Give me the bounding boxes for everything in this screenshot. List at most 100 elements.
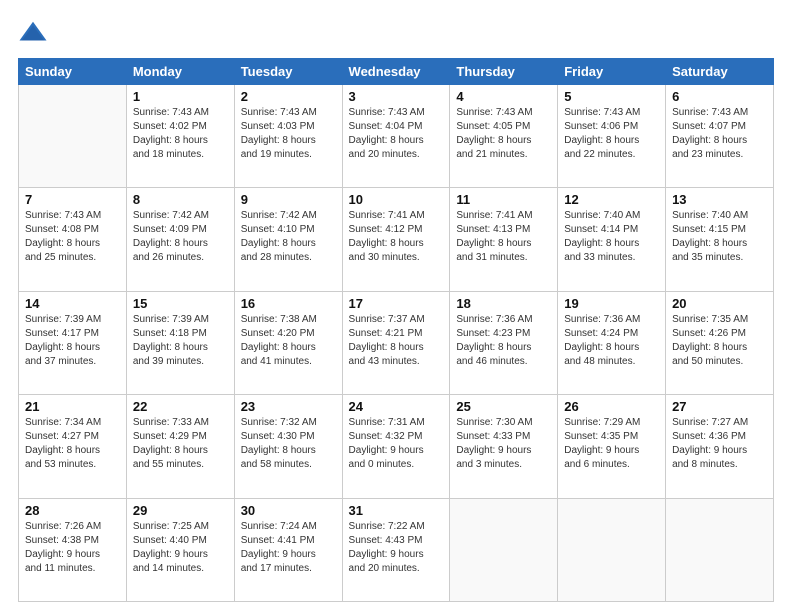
day-cell: 31 Sunrise: 7:22 AM Sunset: 4:43 PM Dayli… (342, 498, 450, 601)
col-header-monday: Monday (126, 59, 234, 85)
day-cell: 1Sunrise: 7:43 AM Sunset: 4:02 PM Daylig… (126, 85, 234, 188)
day-cell: 5 Sunrise: 7:43 AM Sunset: 4:06 PM Daylig… (558, 85, 666, 188)
week-row-2: 7 Sunrise: 7:43 AM Sunset: 4:08 PM Daylig… (19, 188, 774, 291)
week-row-1: 1Sunrise: 7:43 AM Sunset: 4:02 PM Daylig… (19, 85, 774, 188)
day-number: 8 (133, 192, 228, 207)
day-cell: 11 Sunrise: 7:41 AM Sunset: 4:13 PM Dayli… (450, 188, 558, 291)
day-number: 31 (349, 503, 444, 518)
day-number: 17 (349, 296, 444, 311)
day-cell: 27 Sunrise: 7:27 AM Sunset: 4:36 PM Dayli… (666, 395, 774, 498)
day-info: Sunrise: 7:36 AM Sunset: 4:23 PM Dayligh… (456, 313, 551, 369)
day-number: 24 (349, 399, 444, 414)
day-cell: 30Sunrise: 7:24 AM Sunset: 4:41 PM Dayli… (234, 498, 342, 601)
day-number: 7 (25, 192, 120, 207)
day-number: 23 (241, 399, 336, 414)
week-row-4: 21 Sunrise: 7:34 AM Sunset: 4:27 PM Dayli… (19, 395, 774, 498)
logo (18, 18, 52, 48)
col-header-thursday: Thursday (450, 59, 558, 85)
day-number: 2 (241, 89, 336, 104)
day-info: Sunrise: 7:38 AM Sunset: 4:20 PM Dayligh… (241, 313, 336, 369)
day-number: 6 (672, 89, 767, 104)
day-number: 9 (241, 192, 336, 207)
day-number: 27 (672, 399, 767, 414)
day-info: Sunrise: 7:42 AM Sunset: 4:09 PM Dayligh… (133, 209, 228, 265)
day-cell: 15 Sunrise: 7:39 AM Sunset: 4:18 PM Dayli… (126, 291, 234, 394)
day-info: Sunrise: 7:33 AM Sunset: 4:29 PM Dayligh… (133, 416, 228, 472)
col-header-friday: Friday (558, 59, 666, 85)
day-number: 19 (564, 296, 659, 311)
day-cell: 24Sunrise: 7:31 AM Sunset: 4:32 PM Dayli… (342, 395, 450, 498)
day-number: 30 (241, 503, 336, 518)
day-number: 4 (456, 89, 551, 104)
day-info: Sunrise: 7:42 AM Sunset: 4:10 PM Dayligh… (241, 209, 336, 265)
day-info: Sunrise: 7:40 AM Sunset: 4:14 PM Dayligh… (564, 209, 659, 265)
day-info: Sunrise: 7:39 AM Sunset: 4:18 PM Dayligh… (133, 313, 228, 369)
day-number: 12 (564, 192, 659, 207)
day-info: Sunrise: 7:40 AM Sunset: 4:15 PM Dayligh… (672, 209, 767, 265)
day-cell (19, 85, 127, 188)
day-number: 11 (456, 192, 551, 207)
day-cell (450, 498, 558, 601)
day-cell: 6 Sunrise: 7:43 AM Sunset: 4:07 PM Daylig… (666, 85, 774, 188)
day-info: Sunrise: 7:43 AM Sunset: 4:07 PM Dayligh… (672, 106, 767, 162)
day-number: 16 (241, 296, 336, 311)
day-cell (558, 498, 666, 601)
day-cell: 13 Sunrise: 7:40 AM Sunset: 4:15 PM Dayli… (666, 188, 774, 291)
day-info: Sunrise: 7:41 AM Sunset: 4:12 PM Dayligh… (349, 209, 444, 265)
day-cell: 20Sunrise: 7:35 AM Sunset: 4:26 PM Dayli… (666, 291, 774, 394)
day-cell: 21 Sunrise: 7:34 AM Sunset: 4:27 PM Dayli… (19, 395, 127, 498)
col-header-sunday: Sunday (19, 59, 127, 85)
day-info: Sunrise: 7:29 AM Sunset: 4:35 PM Dayligh… (564, 416, 659, 472)
day-number: 14 (25, 296, 120, 311)
week-row-5: 28 Sunrise: 7:26 AM Sunset: 4:38 PM Dayli… (19, 498, 774, 601)
day-number: 15 (133, 296, 228, 311)
header (18, 18, 774, 48)
day-cell: 12 Sunrise: 7:40 AM Sunset: 4:14 PM Dayli… (558, 188, 666, 291)
day-cell: 10 Sunrise: 7:41 AM Sunset: 4:12 PM Dayli… (342, 188, 450, 291)
day-info: Sunrise: 7:43 AM Sunset: 4:03 PM Dayligh… (241, 106, 336, 162)
day-number: 28 (25, 503, 120, 518)
day-cell: 25Sunrise: 7:30 AM Sunset: 4:33 PM Dayli… (450, 395, 558, 498)
day-info: Sunrise: 7:32 AM Sunset: 4:30 PM Dayligh… (241, 416, 336, 472)
page: SundayMondayTuesdayWednesdayThursdayFrid… (0, 0, 792, 612)
day-info: Sunrise: 7:35 AM Sunset: 4:26 PM Dayligh… (672, 313, 767, 369)
day-cell: 9 Sunrise: 7:42 AM Sunset: 4:10 PM Daylig… (234, 188, 342, 291)
day-info: Sunrise: 7:43 AM Sunset: 4:04 PM Dayligh… (349, 106, 444, 162)
day-number: 18 (456, 296, 551, 311)
calendar-header-row: SundayMondayTuesdayWednesdayThursdayFrid… (19, 59, 774, 85)
week-row-3: 14 Sunrise: 7:39 AM Sunset: 4:17 PM Dayli… (19, 291, 774, 394)
day-info: Sunrise: 7:27 AM Sunset: 4:36 PM Dayligh… (672, 416, 767, 472)
day-info: Sunrise: 7:34 AM Sunset: 4:27 PM Dayligh… (25, 416, 120, 472)
day-number: 13 (672, 192, 767, 207)
day-info: Sunrise: 7:41 AM Sunset: 4:13 PM Dayligh… (456, 209, 551, 265)
day-cell: 7 Sunrise: 7:43 AM Sunset: 4:08 PM Daylig… (19, 188, 127, 291)
day-cell: 18 Sunrise: 7:36 AM Sunset: 4:23 PM Dayli… (450, 291, 558, 394)
day-cell: 8 Sunrise: 7:42 AM Sunset: 4:09 PM Daylig… (126, 188, 234, 291)
day-number: 10 (349, 192, 444, 207)
day-info: Sunrise: 7:43 AM Sunset: 4:08 PM Dayligh… (25, 209, 120, 265)
day-cell: 4 Sunrise: 7:43 AM Sunset: 4:05 PM Daylig… (450, 85, 558, 188)
day-info: Sunrise: 7:25 AM Sunset: 4:40 PM Dayligh… (133, 520, 228, 576)
day-info: Sunrise: 7:36 AM Sunset: 4:24 PM Dayligh… (564, 313, 659, 369)
day-number: 21 (25, 399, 120, 414)
day-cell: 19 Sunrise: 7:36 AM Sunset: 4:24 PM Dayli… (558, 291, 666, 394)
day-info: Sunrise: 7:26 AM Sunset: 4:38 PM Dayligh… (25, 520, 120, 576)
day-cell: 29 Sunrise: 7:25 AM Sunset: 4:40 PM Dayli… (126, 498, 234, 601)
day-number: 3 (349, 89, 444, 104)
day-info: Sunrise: 7:37 AM Sunset: 4:21 PM Dayligh… (349, 313, 444, 369)
day-cell: 26 Sunrise: 7:29 AM Sunset: 4:35 PM Dayli… (558, 395, 666, 498)
day-number: 25 (456, 399, 551, 414)
day-number: 29 (133, 503, 228, 518)
day-info: Sunrise: 7:43 AM Sunset: 4:06 PM Dayligh… (564, 106, 659, 162)
day-cell: 14 Sunrise: 7:39 AM Sunset: 4:17 PM Dayli… (19, 291, 127, 394)
day-cell: 22Sunrise: 7:33 AM Sunset: 4:29 PM Dayli… (126, 395, 234, 498)
day-info: Sunrise: 7:39 AM Sunset: 4:17 PM Dayligh… (25, 313, 120, 369)
day-number: 26 (564, 399, 659, 414)
calendar-table: SundayMondayTuesdayWednesdayThursdayFrid… (18, 58, 774, 602)
day-number: 1 (133, 89, 228, 104)
day-info: Sunrise: 7:43 AM Sunset: 4:05 PM Dayligh… (456, 106, 551, 162)
day-number: 5 (564, 89, 659, 104)
day-cell: 28 Sunrise: 7:26 AM Sunset: 4:38 PM Dayli… (19, 498, 127, 601)
day-cell: 2 Sunrise: 7:43 AM Sunset: 4:03 PM Daylig… (234, 85, 342, 188)
day-info: Sunrise: 7:22 AM Sunset: 4:43 PM Dayligh… (349, 520, 444, 576)
